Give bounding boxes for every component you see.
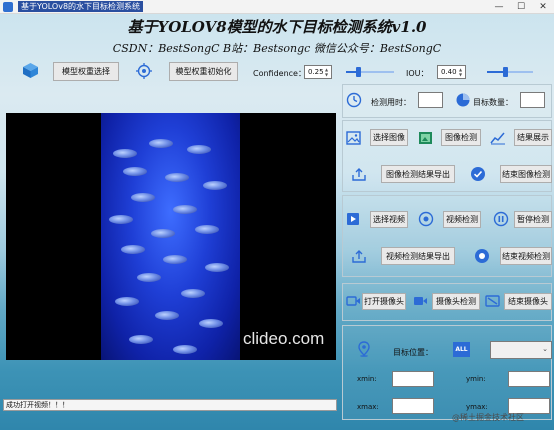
page-title: 基于YOLOV8模型的水下目标检测系统v1.0 xyxy=(127,18,427,36)
video-frame-fish-school xyxy=(101,113,240,360)
show-result-button[interactable]: 结果展示 xyxy=(514,129,552,146)
export-icon xyxy=(352,249,366,263)
confidence-slider-rest xyxy=(358,71,394,73)
clock-icon xyxy=(346,92,362,108)
target-select-dropdown[interactable]: ⌄ xyxy=(490,341,552,359)
camera-close-icon xyxy=(485,295,500,307)
status-message: 成功打开视频！！！ xyxy=(3,399,337,411)
fish-shape xyxy=(129,335,153,344)
fish-shape xyxy=(187,145,211,154)
iou-value: 0.40 xyxy=(441,68,457,76)
fish-shape xyxy=(205,263,229,272)
fish-shape xyxy=(149,139,173,148)
fish-shape xyxy=(173,345,197,354)
spin-arrows-icon[interactable]: ▲ ▼ xyxy=(457,67,464,77)
confidence-slider[interactable] xyxy=(346,67,394,77)
fish-shape xyxy=(151,229,175,238)
count-label: 目标数量： xyxy=(473,98,513,107)
page-subtitle: CSDN：BestSongC B站：Bestsongc 微信公众号：BestSo… xyxy=(112,42,442,55)
export-icon xyxy=(352,167,366,181)
export-video-result-button[interactable]: 视频检测结果导出 xyxy=(381,247,455,265)
iou-spinbox[interactable]: 0.40 ▲ ▼ xyxy=(437,65,466,79)
app-icon xyxy=(3,2,13,12)
confidence-label: Confidence： xyxy=(253,69,306,78)
fish-shape xyxy=(195,225,219,234)
chevron-down-icon: ⌄ xyxy=(542,345,548,353)
pause-icon xyxy=(493,211,509,227)
video-watermark: clideo.com xyxy=(243,329,325,348)
fish-shape xyxy=(137,273,161,282)
iou-slider-handle[interactable] xyxy=(503,67,508,77)
count-value-box xyxy=(520,92,545,108)
fish-shape xyxy=(121,245,145,254)
stop-circle-icon xyxy=(474,248,490,264)
image-detect-icon xyxy=(418,131,433,145)
close-camera-button[interactable]: 结束摄像头 xyxy=(504,293,552,310)
confidence-value: 0.25 xyxy=(308,68,324,76)
init-weights-button[interactable]: 模型权重初始化 xyxy=(169,62,238,81)
trend-chart-icon xyxy=(490,131,506,145)
window-title: 基于YOLOv8的水下目标检测系统 xyxy=(18,1,144,12)
xmax-label: xmax: xyxy=(357,403,379,411)
camera-icon xyxy=(346,295,361,307)
fish-shape xyxy=(199,319,223,328)
detect-image-button[interactable]: 图像检测 xyxy=(441,129,481,146)
minimize-button[interactable]: — xyxy=(488,0,510,14)
ymin-label: ymin: xyxy=(466,375,486,383)
select-image-button[interactable]: 选择图像 xyxy=(370,129,408,146)
footer-watermark: @稀土掘金技术社区 xyxy=(452,413,524,422)
time-value-box xyxy=(418,92,443,108)
select-video-button[interactable]: 选择视频 xyxy=(370,211,408,228)
detect-video-button[interactable]: 视频检测 xyxy=(443,211,481,228)
iou-label: IOU： xyxy=(406,69,429,78)
fish-shape xyxy=(155,311,179,320)
close-button[interactable]: ✕ xyxy=(532,0,554,14)
fish-shape xyxy=(173,205,197,214)
camera-detect-icon xyxy=(413,295,428,307)
xmax-field xyxy=(392,398,434,414)
confidence-slider-handle[interactable] xyxy=(356,67,361,77)
select-weights-button[interactable]: 模型权重选择 xyxy=(53,62,119,81)
iou-slider[interactable] xyxy=(487,67,533,77)
open-camera-button[interactable]: 打开摄像头 xyxy=(362,293,406,310)
end-video-detect-button[interactable]: 结束视频检测 xyxy=(500,247,552,265)
camera-detect-button[interactable]: 摄像头检测 xyxy=(432,293,480,310)
pause-detect-button[interactable]: 暂停检测 xyxy=(514,211,552,228)
target-position-label: 目标位置： xyxy=(393,348,433,357)
xmin-label: xmin: xyxy=(357,375,377,383)
fish-shape xyxy=(163,255,187,264)
confidence-spinbox[interactable]: 0.25 ▲ ▼ xyxy=(304,65,332,79)
fish-shape xyxy=(115,297,139,306)
image-icon xyxy=(346,131,361,145)
fish-shape xyxy=(203,181,227,190)
maximize-button[interactable]: ☐ xyxy=(510,0,532,14)
fish-shape xyxy=(109,215,133,224)
end-image-detect-button[interactable]: 结束图像检测 xyxy=(500,165,552,183)
target-settings-icon xyxy=(136,63,152,79)
check-circle-icon xyxy=(470,166,486,182)
fish-shape xyxy=(113,149,137,158)
video-file-icon xyxy=(346,212,360,226)
time-label: 检测用时： xyxy=(371,98,411,107)
location-pin-icon xyxy=(357,341,371,357)
fish-shape xyxy=(123,167,147,176)
ymax-label: ymax: xyxy=(466,403,488,411)
iou-slider-rest xyxy=(505,71,533,73)
pie-chart-icon xyxy=(455,92,471,108)
model-cube-icon xyxy=(22,62,39,79)
export-image-result-button[interactable]: 图像检测结果导出 xyxy=(381,165,455,183)
fish-shape xyxy=(131,193,155,202)
all-icon: ALL xyxy=(453,342,470,357)
fish-shape xyxy=(165,173,189,182)
spin-arrows-icon[interactable]: ▲ ▼ xyxy=(323,67,330,77)
fish-shape xyxy=(181,289,205,298)
ymin-field xyxy=(508,371,550,387)
xmin-field xyxy=(392,371,434,387)
video-target-icon xyxy=(418,211,434,227)
